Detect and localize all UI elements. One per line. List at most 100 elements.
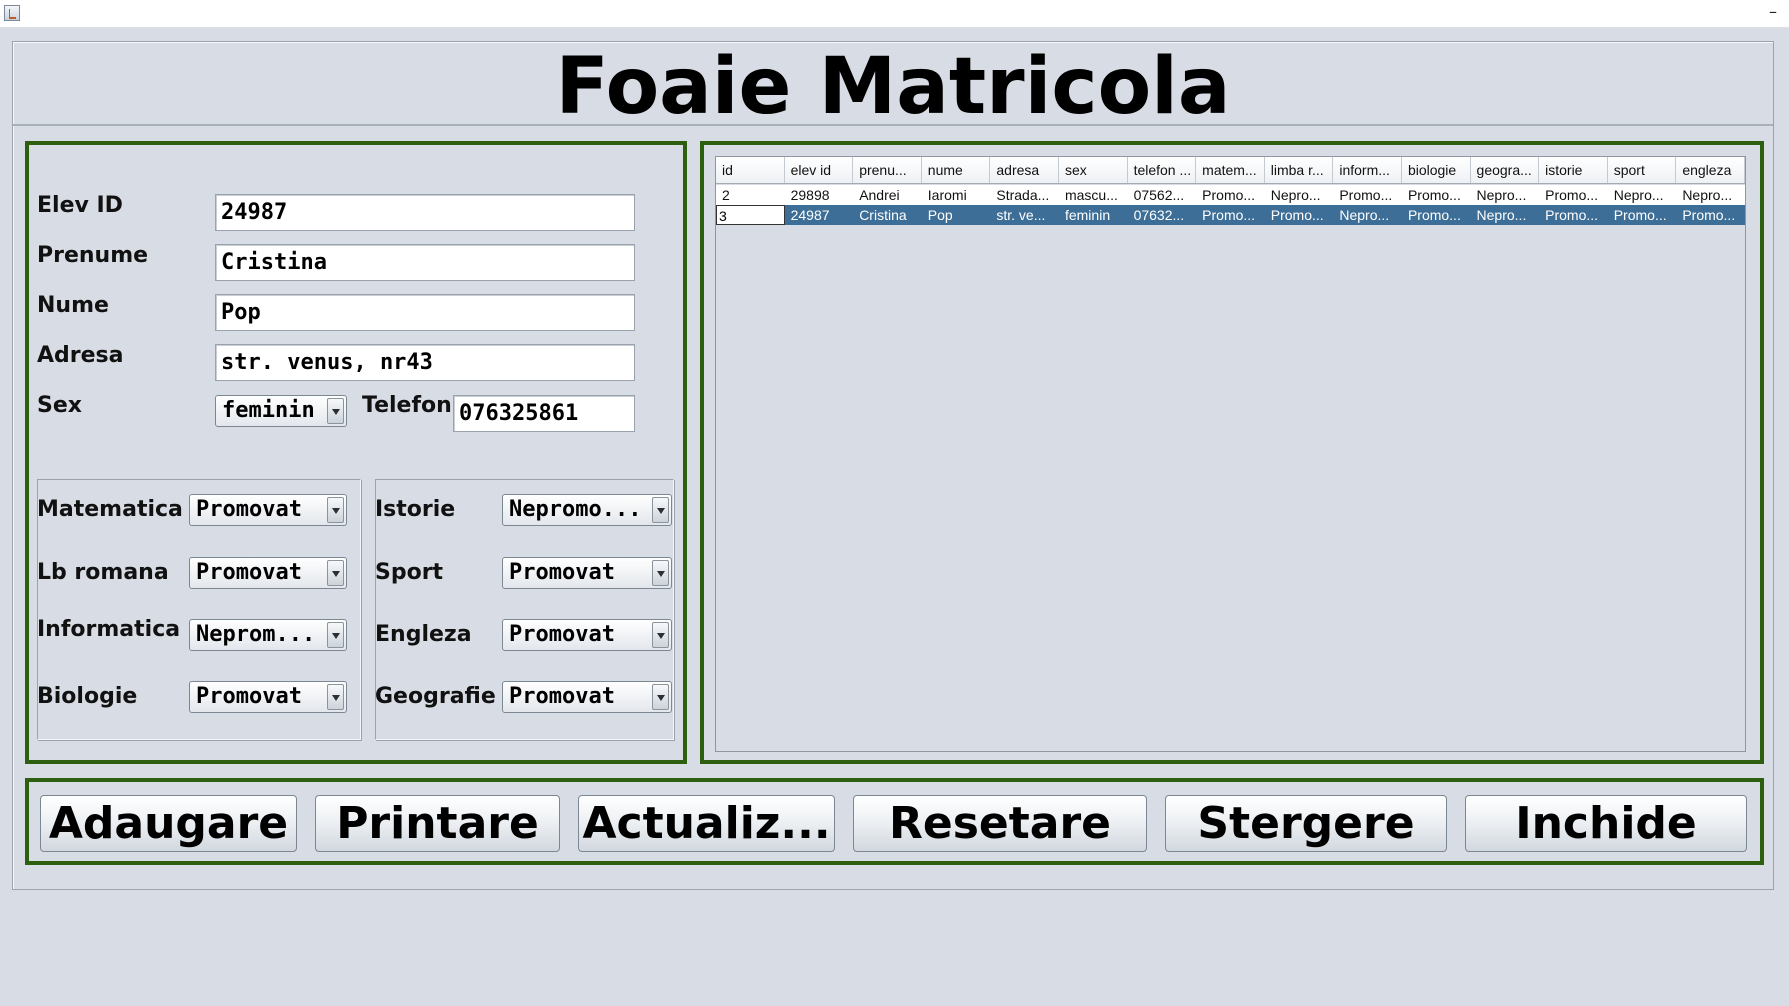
sport-select-value: Promovat — [509, 560, 615, 585]
prenume-field[interactable]: Cristina — [215, 244, 635, 281]
chevron-down-icon[interactable] — [327, 622, 344, 648]
elev-id-label: Elev ID — [37, 193, 123, 218]
engleza-select[interactable]: Promovat — [502, 619, 672, 651]
table-cell[interactable]: Promo... — [1402, 205, 1471, 225]
table-cell[interactable]: Cristina — [853, 205, 922, 225]
chevron-down-icon[interactable] — [652, 684, 669, 710]
column-header[interactable]: nume — [922, 157, 991, 183]
column-header[interactable]: sex — [1059, 157, 1128, 183]
biologie-label: Biologie — [37, 684, 138, 709]
telefon-field[interactable]: 076325861 — [453, 395, 635, 432]
adresa-field[interactable]: str. venus, nr43 — [215, 344, 635, 381]
page-title: Foaie Matricola — [555, 42, 1231, 132]
sex-label: Sex — [37, 393, 82, 418]
table-cell[interactable]: Promo... — [1539, 205, 1608, 225]
nume-field[interactable]: Pop — [215, 294, 635, 331]
table-cell[interactable]: 29898 — [785, 185, 854, 205]
table-cell-focused[interactable]: 3 — [716, 205, 785, 225]
table-cell[interactable]: Promo... — [1196, 205, 1265, 225]
column-header[interactable]: istorie — [1539, 157, 1608, 183]
actualizare-button[interactable]: Actualiz... — [578, 795, 835, 852]
table-cell[interactable]: feminin — [1059, 205, 1128, 225]
column-header[interactable]: inform... — [1333, 157, 1402, 183]
column-header[interactable]: matem... — [1196, 157, 1265, 183]
table-cell[interactable]: Strada... — [990, 185, 1059, 205]
table-cell[interactable]: Nepro... — [1471, 185, 1540, 205]
students-table[interactable]: id elev id prenu... nume adresa sex tele… — [715, 156, 1746, 752]
prenume-label: Prenume — [37, 243, 149, 268]
table-cell[interactable]: mascu... — [1059, 185, 1128, 205]
table-cell[interactable]: 07632... — [1128, 205, 1197, 225]
stergere-button[interactable]: Stergere — [1165, 795, 1447, 852]
column-header[interactable]: telefon ... — [1128, 157, 1197, 183]
matematica-label: Matematica — [37, 497, 183, 522]
geografie-select-value: Promovat — [509, 684, 615, 709]
chevron-down-icon[interactable] — [327, 560, 344, 586]
chevron-down-icon[interactable] — [327, 398, 344, 424]
table-cell[interactable]: Promo... — [1676, 205, 1745, 225]
table-cell[interactable]: Promo... — [1402, 185, 1471, 205]
sex-select[interactable]: feminin — [215, 395, 347, 427]
table-row-selected[interactable]: 3 24987 Cristina Pop str. ve... feminin … — [716, 205, 1745, 225]
table-cell[interactable]: 24987 — [785, 205, 854, 225]
istorie-select[interactable]: Nepromo... — [502, 494, 672, 526]
table-cell[interactable]: Nepro... — [1676, 185, 1745, 205]
geografie-select[interactable]: Promovat — [502, 681, 672, 713]
column-header[interactable]: prenu... — [853, 157, 922, 183]
table-cell[interactable]: 07562... — [1128, 185, 1197, 205]
adresa-label: Adresa — [37, 343, 124, 368]
chevron-down-icon[interactable] — [652, 622, 669, 648]
column-header[interactable]: engleza — [1676, 157, 1745, 183]
lb-romana-select[interactable]: Promovat — [189, 557, 347, 589]
column-header[interactable]: id — [716, 157, 785, 183]
table-cell[interactable]: Nepro... — [1471, 205, 1540, 225]
geografie-label: Geografie — [375, 684, 496, 709]
table-cell[interactable]: str. ve... — [990, 205, 1059, 225]
telefon-label: Telefon — [362, 393, 452, 418]
biologie-select-value: Promovat — [196, 684, 302, 709]
sport-select[interactable]: Promovat — [502, 557, 672, 589]
window-titlebar: – — [0, 0, 1789, 28]
table-cell[interactable]: Nepro... — [1333, 205, 1402, 225]
chevron-down-icon[interactable] — [652, 560, 669, 586]
biologie-select[interactable]: Promovat — [189, 681, 347, 713]
table-cell[interactable]: Promo... — [1333, 185, 1402, 205]
column-header[interactable]: adresa — [990, 157, 1059, 183]
sex-select-value: feminin — [222, 398, 315, 423]
table-cell[interactable]: Iaromi — [922, 185, 991, 205]
column-header[interactable]: elev id — [785, 157, 854, 183]
table-cell[interactable]: Andrei — [853, 185, 922, 205]
inchide-button[interactable]: Inchide — [1465, 795, 1747, 852]
resetare-button[interactable]: Resetare — [853, 795, 1147, 852]
elev-id-field[interactable]: 24987 — [215, 194, 635, 231]
informatica-select-value: Neprom... — [196, 622, 316, 647]
java-app-icon — [4, 5, 20, 21]
column-header[interactable]: geogra... — [1471, 157, 1540, 183]
minimize-button[interactable]: – — [1769, 4, 1777, 20]
column-header[interactable]: biologie — [1402, 157, 1471, 183]
table-row[interactable]: 2 29898 Andrei Iaromi Strada... mascu...… — [716, 185, 1745, 205]
printare-button[interactable]: Printare — [315, 795, 560, 852]
table-cell[interactable]: Nepro... — [1608, 185, 1677, 205]
table-header: id elev id prenu... nume adresa sex tele… — [716, 157, 1745, 184]
chevron-down-icon[interactable] — [327, 684, 344, 710]
istorie-label: Istorie — [375, 497, 456, 522]
istorie-select-value: Nepromo... — [509, 497, 642, 522]
table-cell[interactable]: 2 — [716, 185, 785, 205]
table-cell[interactable]: Promo... — [1196, 185, 1265, 205]
table-cell[interactable]: Pop — [922, 205, 991, 225]
column-header[interactable]: sport — [1608, 157, 1677, 183]
chevron-down-icon[interactable] — [327, 497, 344, 523]
adaugare-button[interactable]: Adaugare — [40, 795, 297, 852]
lb-romana-label: Lb romana — [37, 560, 169, 585]
engleza-label: Engleza — [375, 622, 472, 647]
informatica-select[interactable]: Neprom... — [189, 619, 347, 651]
table-cell[interactable]: Nepro... — [1265, 185, 1334, 205]
table-cell[interactable]: Promo... — [1539, 185, 1608, 205]
column-header[interactable]: limba r... — [1265, 157, 1334, 183]
sport-label: Sport — [375, 560, 444, 585]
chevron-down-icon[interactable] — [652, 497, 669, 523]
table-cell[interactable]: Promo... — [1265, 205, 1334, 225]
table-cell[interactable]: Promo... — [1608, 205, 1677, 225]
matematica-select[interactable]: Promovat — [189, 494, 347, 526]
